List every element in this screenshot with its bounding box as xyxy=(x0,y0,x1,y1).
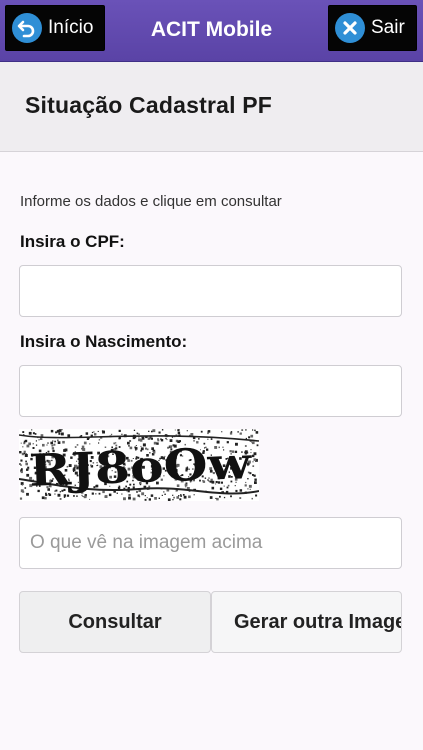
birth-date-label: Insira o Nascimento: xyxy=(20,332,188,351)
captcha-image: RJ8oOw xyxy=(19,429,259,501)
captcha-text: RJ8oOw xyxy=(28,438,253,497)
page-header: Situação Cadastral PF xyxy=(0,62,423,152)
birth-date-input[interactable] xyxy=(19,365,402,417)
cpf-input[interactable] xyxy=(19,265,402,317)
page-title: Situação Cadastral PF xyxy=(25,92,273,118)
captcha-input[interactable] xyxy=(19,517,402,569)
top-bar: Início ACIT Mobile Sair xyxy=(0,0,423,62)
cpf-label: Insira o CPF: xyxy=(20,232,125,251)
consult-button[interactable]: Consultar xyxy=(19,591,211,653)
exit-button[interactable]: Sair xyxy=(328,5,417,51)
app-screen: Início ACIT Mobile Sair Situação Cadastr… xyxy=(0,0,423,750)
form-instruction: Informe os dados e clique em consultar xyxy=(20,193,282,210)
exit-button-label: Sair xyxy=(371,17,405,38)
close-icon xyxy=(335,13,365,43)
regenerate-captcha-button[interactable]: Gerar outra Imagem xyxy=(211,591,402,653)
